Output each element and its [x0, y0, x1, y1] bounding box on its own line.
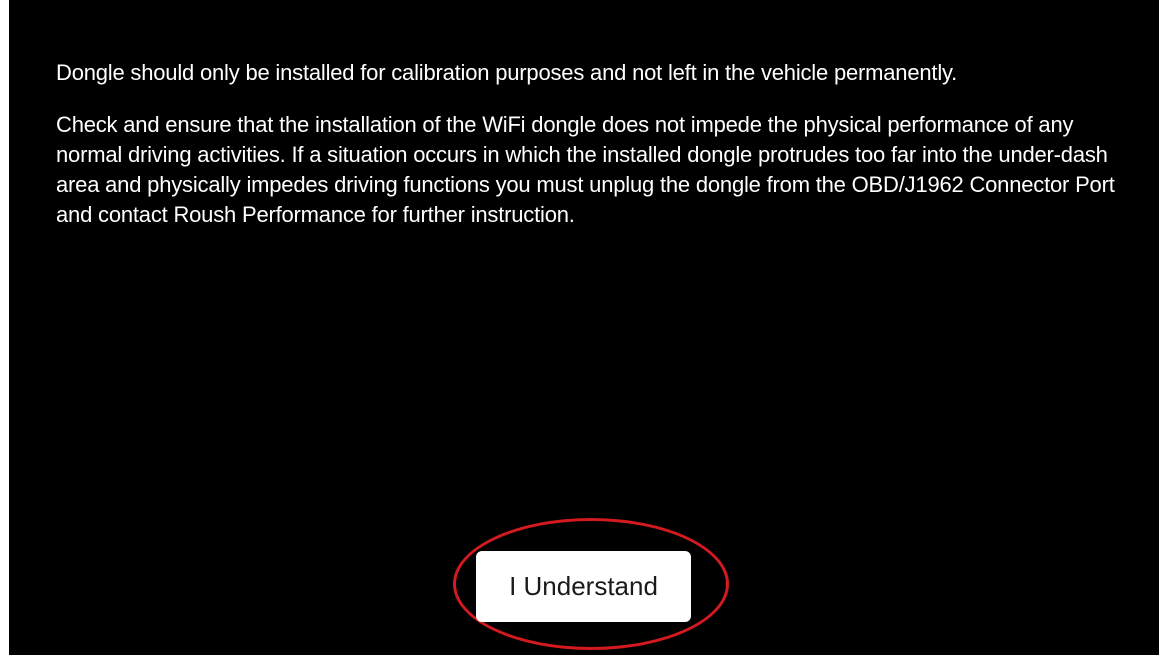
warning-notice: Dongle should only be installed for cali…	[56, 58, 1126, 252]
dongle-warning-screen: Dongle should only be installed for cali…	[9, 0, 1159, 655]
notice-paragraph-calibration: Dongle should only be installed for cali…	[56, 60, 958, 85]
i-understand-button[interactable]: I Understand	[476, 551, 691, 622]
notice-paragraph-safety: Check and ensure that the installation o…	[56, 112, 1115, 227]
